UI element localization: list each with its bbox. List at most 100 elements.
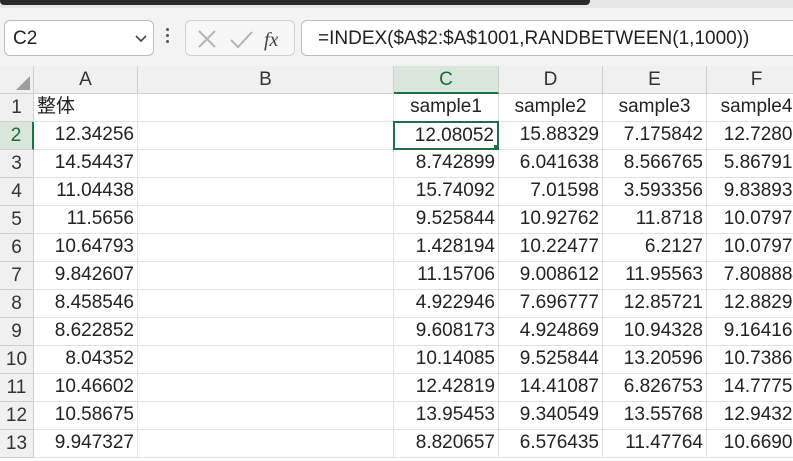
cell-b2[interactable] xyxy=(138,122,394,150)
cell-c8[interactable]: 4.922946 xyxy=(394,290,499,318)
cell-f5[interactable]: 10.07976 xyxy=(707,206,793,234)
cell-e12[interactable]: 13.55768 xyxy=(603,402,707,430)
cell-c3[interactable]: 8.742899 xyxy=(394,150,499,178)
cell-c12[interactable]: 13.95453 xyxy=(394,402,499,430)
cell-b11[interactable] xyxy=(138,374,394,402)
cell-a8[interactable]: 8.458546 xyxy=(34,290,138,318)
cell-a6[interactable]: 10.64793 xyxy=(34,234,138,262)
cell-c10[interactable]: 10.14085 xyxy=(394,346,499,374)
cell-f3[interactable]: 5.867915 xyxy=(707,150,793,178)
cell-b5[interactable] xyxy=(138,206,394,234)
cell-e1[interactable]: sample3 xyxy=(603,94,707,122)
cell-d7[interactable]: 9.008612 xyxy=(499,262,603,290)
cell-d9[interactable]: 4.924869 xyxy=(499,318,603,346)
cell-a10[interactable]: 8.04352 xyxy=(34,346,138,374)
cell-a12[interactable]: 10.58675 xyxy=(34,402,138,430)
row-header-11[interactable]: 11 xyxy=(0,374,34,402)
cell-d6[interactable]: 10.22477 xyxy=(499,234,603,262)
cell-a13[interactable]: 9.947327 xyxy=(34,430,138,458)
cell-a7[interactable]: 9.842607 xyxy=(34,262,138,290)
cell-a1[interactable]: 整体 xyxy=(34,94,138,122)
cell-c11[interactable]: 12.42819 xyxy=(394,374,499,402)
cell-e4[interactable]: 3.593356 xyxy=(603,178,707,206)
row-header-6[interactable]: 6 xyxy=(0,234,34,262)
cell-f8[interactable]: 12.88296 xyxy=(707,290,793,318)
cell-f1[interactable]: sample4 xyxy=(707,94,793,122)
formula-input[interactable]: =INDEX($A$2:$A$1001,RANDBETWEEN(1,1000)) xyxy=(301,20,793,56)
cell-b7[interactable] xyxy=(138,262,394,290)
cell-f9[interactable]: 9.164165 xyxy=(707,318,793,346)
cell-d2[interactable]: 15.88329 xyxy=(499,122,603,150)
chevron-down-icon[interactable] xyxy=(135,32,147,44)
cell-c2[interactable]: 12.08052 xyxy=(393,121,499,150)
cell-e9[interactable]: 10.94328 xyxy=(603,318,707,346)
cell-c1[interactable]: sample1 xyxy=(394,94,499,122)
cell-b12[interactable] xyxy=(138,402,394,430)
cell-f12[interactable]: 12.94327 xyxy=(707,402,793,430)
cell-e5[interactable]: 11.8718 xyxy=(603,206,707,234)
check-icon[interactable] xyxy=(228,26,254,52)
column-header-e[interactable]: E xyxy=(603,66,707,94)
column-header-a[interactable]: A xyxy=(34,66,138,94)
cell-b9[interactable] xyxy=(138,318,394,346)
column-header-c[interactable]: C xyxy=(394,66,499,94)
cell-c9[interactable]: 9.608173 xyxy=(394,318,499,346)
row-header-5[interactable]: 5 xyxy=(0,206,34,234)
cell-e7[interactable]: 11.95563 xyxy=(603,262,707,290)
cell-c4[interactable]: 15.74092 xyxy=(394,178,499,206)
cell-f6[interactable]: 10.07976 xyxy=(707,234,793,262)
cell-a4[interactable]: 11.04438 xyxy=(34,178,138,206)
row-header-13[interactable]: 13 xyxy=(0,430,34,458)
cell-f11[interactable]: 14.77753 xyxy=(707,374,793,402)
cell-f2[interactable]: 12.72802 xyxy=(707,122,793,150)
row-header-2[interactable]: 2 xyxy=(0,122,34,150)
cell-d5[interactable]: 10.92762 xyxy=(499,206,603,234)
row-header-1[interactable]: 1 xyxy=(0,94,34,122)
cell-b13[interactable] xyxy=(138,430,394,458)
name-box[interactable]: C2 xyxy=(4,20,154,56)
cell-e8[interactable]: 12.85721 xyxy=(603,290,707,318)
cell-e13[interactable]: 11.47764 xyxy=(603,430,707,458)
row-header-12[interactable]: 12 xyxy=(0,402,34,430)
cell-e11[interactable]: 6.826753 xyxy=(603,374,707,402)
cell-d3[interactable]: 6.041638 xyxy=(499,150,603,178)
column-header-b[interactable]: B xyxy=(138,66,394,94)
cancel-icon[interactable] xyxy=(194,26,220,52)
cell-c13[interactable]: 8.820657 xyxy=(394,430,499,458)
cell-a2[interactable]: 12.34256 xyxy=(34,122,138,150)
cell-d11[interactable]: 14.41087 xyxy=(499,374,603,402)
cell-c6[interactable]: 1.428194 xyxy=(394,234,499,262)
cell-a11[interactable]: 10.46602 xyxy=(34,374,138,402)
row-header-10[interactable]: 10 xyxy=(0,346,34,374)
cell-e10[interactable]: 13.20596 xyxy=(603,346,707,374)
cell-a5[interactable]: 11.5656 xyxy=(34,206,138,234)
column-header-f[interactable]: F xyxy=(707,66,793,94)
cell-c5[interactable]: 9.525844 xyxy=(394,206,499,234)
select-all-button[interactable] xyxy=(0,66,34,94)
cell-d12[interactable]: 9.340549 xyxy=(499,402,603,430)
cell-c7[interactable]: 11.15706 xyxy=(394,262,499,290)
cell-b1[interactable] xyxy=(138,94,394,122)
cell-b6[interactable] xyxy=(138,234,394,262)
cell-d1[interactable]: sample2 xyxy=(499,94,603,122)
row-header-7[interactable]: 7 xyxy=(0,262,34,290)
cell-b4[interactable] xyxy=(138,178,394,206)
cell-d10[interactable]: 9.525844 xyxy=(499,346,603,374)
cell-a3[interactable]: 14.54437 xyxy=(34,150,138,178)
more-options-icon[interactable] xyxy=(164,25,172,53)
cell-f10[interactable]: 10.73869 xyxy=(707,346,793,374)
cell-b3[interactable] xyxy=(138,150,394,178)
row-header-4[interactable]: 4 xyxy=(0,178,34,206)
cell-b8[interactable] xyxy=(138,290,394,318)
cell-d4[interactable]: 7.01598 xyxy=(499,178,603,206)
cell-e6[interactable]: 6.2127 xyxy=(603,234,707,262)
cell-f4[interactable]: 9.838937 xyxy=(707,178,793,206)
cell-b10[interactable] xyxy=(138,346,394,374)
row-header-8[interactable]: 8 xyxy=(0,290,34,318)
column-header-d[interactable]: D xyxy=(499,66,603,94)
row-header-9[interactable]: 9 xyxy=(0,318,34,346)
row-header-3[interactable]: 3 xyxy=(0,150,34,178)
insert-function-icon[interactable]: fx xyxy=(262,26,290,52)
cell-f7[interactable]: 7.808884 xyxy=(707,262,793,290)
cell-a9[interactable]: 8.622852 xyxy=(34,318,138,346)
